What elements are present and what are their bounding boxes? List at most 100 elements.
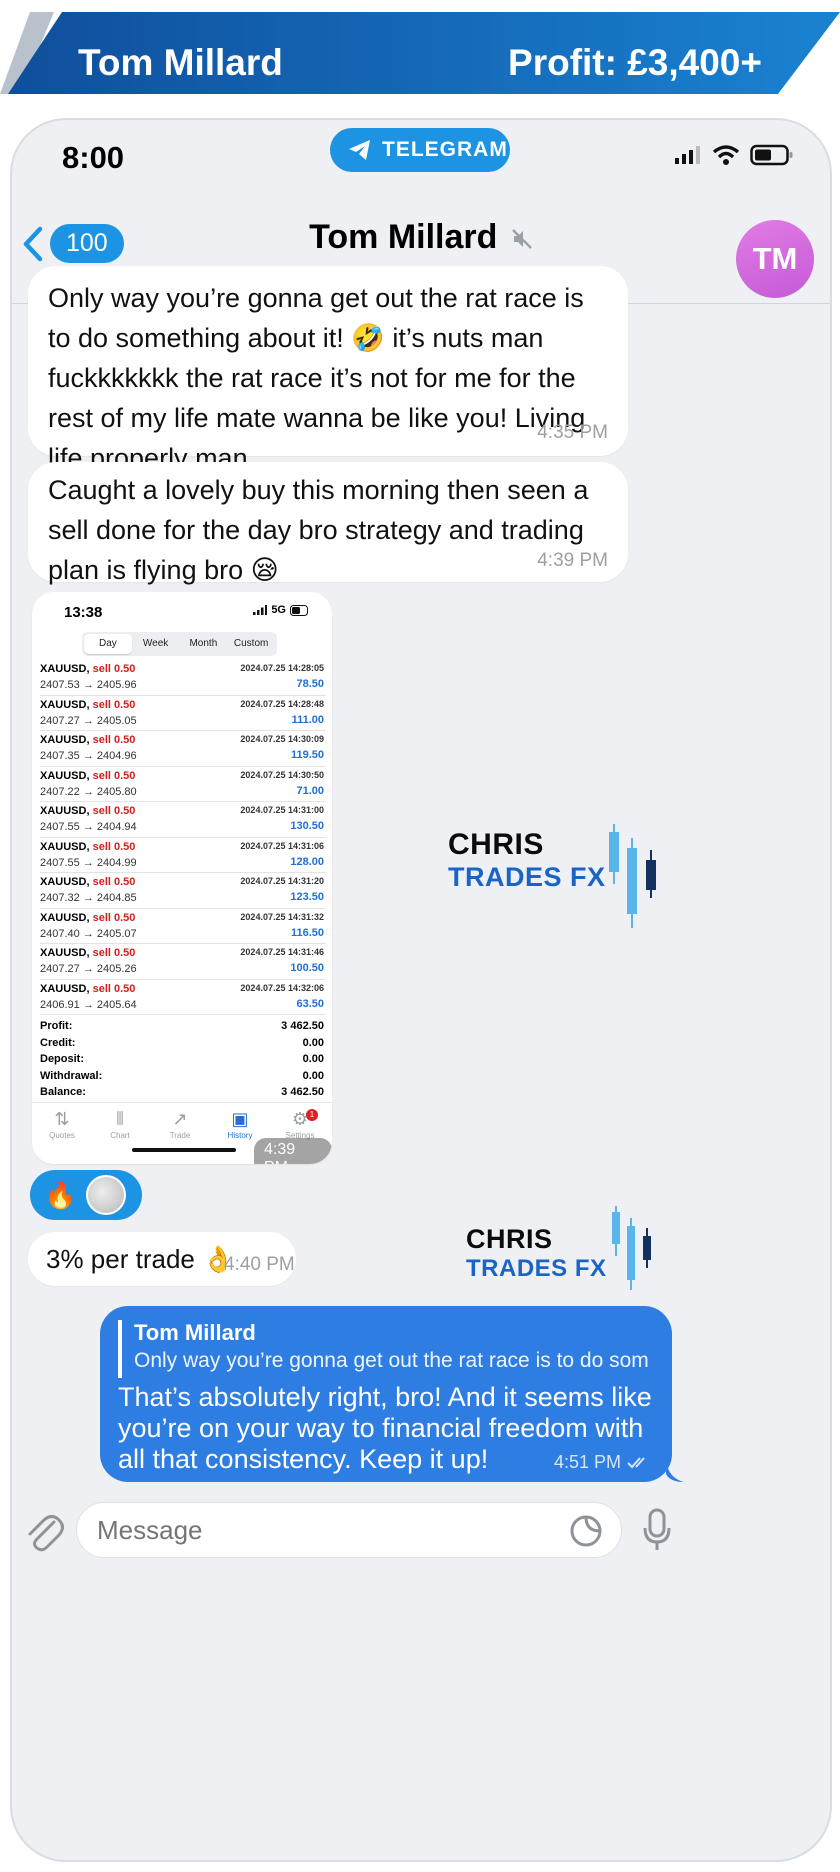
trade-row[interactable]: XAUUSD, sell 0.50 2407.53 → 2405.96 2024.0… xyxy=(40,660,326,696)
tab-label: History xyxy=(227,1131,253,1140)
chat-title[interactable]: Tom Millard xyxy=(12,218,830,257)
trade-prices: 2407.27 → 2405.26 xyxy=(40,963,137,975)
trade-row[interactable]: XAUUSD, sell 0.50 2407.32 → 2404.85 2024.0… xyxy=(40,873,326,909)
history-icon: ▣ xyxy=(231,1109,249,1129)
trade-side: sell 0.50 xyxy=(92,840,136,853)
tab-quotes[interactable]: ⇅ Quotes xyxy=(34,1107,90,1140)
message-composer xyxy=(12,1490,830,1590)
tab-chart[interactable]: ⫴ Chart xyxy=(92,1107,148,1140)
trade-side: sell 0.50 xyxy=(92,663,136,675)
message-time: 4:40 PM xyxy=(224,1254,295,1275)
trade-datetime: 2024.07.25 14:31:06 xyxy=(240,840,324,851)
trade-side: sell 0.50 xyxy=(92,947,136,959)
brand-line1: CHRIS xyxy=(466,1224,553,1254)
battery-icon xyxy=(290,604,308,616)
screenshot-time: 13:38 xyxy=(64,604,103,621)
image-message[interactable]: 13:38 5G Day Week Month Custom XAUUSD, s… xyxy=(32,592,332,1164)
wifi-icon xyxy=(712,145,740,165)
signal-icon xyxy=(675,146,700,164)
message-input[interactable] xyxy=(97,1503,537,1557)
status-icons xyxy=(674,144,794,166)
screenshot-status-icons: 5G xyxy=(253,604,310,616)
trade-symbol: XAUUSD, sell 0.50 xyxy=(40,734,136,746)
status-bar: 8:00 TELEGRAM xyxy=(12,120,830,198)
trade-prices: 2407.53 → 2405.96 xyxy=(40,679,137,691)
trade-row[interactable]: XAUUSD, sell 0.50 2407.55 → 2404.99 2024.0… xyxy=(40,838,326,873)
trade-profit: 128.00 xyxy=(290,855,324,868)
quotes-icon: ⇅ xyxy=(54,1109,70,1129)
trade-symbol: XAUUSD, sell 0.50 xyxy=(40,663,136,675)
banner-name: Tom Millard xyxy=(78,42,283,83)
message-field[interactable] xyxy=(76,1502,622,1558)
fire-reaction: 🔥 xyxy=(44,1180,77,1210)
incoming-message[interactable]: 3% per trade 👌 4:40 PM xyxy=(28,1232,296,1286)
trade-prices: 2407.27 → 2405.05 xyxy=(40,714,137,727)
tab-trade[interactable]: ↗ Trade xyxy=(152,1107,208,1140)
candles-icon: ⫴ xyxy=(116,1109,124,1129)
trade-datetime: 2024.07.25 14:31:00 xyxy=(240,805,324,815)
tab-day[interactable]: Day xyxy=(84,634,132,654)
trade-symbol: XAUUSD, sell 0.50 xyxy=(40,805,136,817)
trade-symbol: XAUUSD, sell 0.50 xyxy=(40,840,136,853)
trade-row[interactable]: XAUUSD, sell 0.50 2406.91 → 2405.64 2024.0… xyxy=(40,980,326,1015)
trade-row[interactable]: XAUUSD, sell 0.50 2407.27 → 2405.05 2024.0… xyxy=(40,696,326,731)
banner-profit: Profit: £3,400+ xyxy=(508,42,762,83)
summary-label: Credit: xyxy=(40,1036,76,1049)
summary-value: 0.00 xyxy=(302,1069,324,1082)
summary-row: Credit: 0.00 xyxy=(40,1037,326,1054)
candlestick-logo-icon xyxy=(609,824,656,928)
trade-datetime: 2024.07.25 14:31:20 xyxy=(240,876,324,886)
trade-profit: 123.50 xyxy=(290,891,324,903)
top-banner: Tom Millard Profit: £3,400+ xyxy=(0,12,840,112)
paperclip-icon[interactable] xyxy=(24,1510,64,1554)
trade-row[interactable]: XAUUSD, sell 0.50 2407.35 → 2404.96 2024.0… xyxy=(40,731,326,767)
reaction-pill[interactable]: 🔥 xyxy=(30,1170,142,1220)
trade-datetime: 2024.07.25 14:31:46 xyxy=(240,947,324,957)
message-text: 3% per trade 👌 xyxy=(46,1244,235,1274)
trade-symbol: XAUUSD, sell 0.50 xyxy=(40,698,136,711)
outgoing-message[interactable]: Tom Millard Only way you’re gonna get ou… xyxy=(100,1306,672,1482)
tab-settings[interactable]: ⚙ Settings 1 xyxy=(272,1107,328,1140)
trade-datetime: 2024.07.25 14:31:32 xyxy=(240,911,324,922)
trade-row[interactable]: XAUUSD, sell 0.50 2407.40 → 2405.07 2024.0… xyxy=(40,909,326,944)
home-indicator xyxy=(132,1148,236,1152)
trade-prices: 2407.32 → 2404.85 xyxy=(40,892,137,904)
tab-month[interactable]: Month xyxy=(180,634,228,654)
trade-symbol: XAUUSD, sell 0.50 xyxy=(40,876,136,888)
summary-value: 3 462.50 xyxy=(281,1020,324,1032)
summary-row: Profit: 3 462.50 xyxy=(40,1020,326,1037)
reply-quote[interactable]: Tom Millard Only way you’re gonna get ou… xyxy=(118,1320,648,1378)
summary-label: Withdrawal: xyxy=(40,1069,103,1082)
message-time: 4:51 PM xyxy=(553,1452,621,1472)
trade-side: sell 0.50 xyxy=(92,734,136,746)
incoming-message[interactable]: Caught a lovely buy this morning then se… xyxy=(28,462,628,585)
account-summary: Profit: 3 462.50 Credit: 0.00 Deposit: 0.00… xyxy=(40,1020,326,1103)
trade-row[interactable]: XAUUSD, sell 0.50 2407.27 → 2405.26 2024.0… xyxy=(40,944,326,980)
brand-line2: TRADES FX xyxy=(448,862,606,892)
contact-avatar[interactable]: TM xyxy=(736,220,814,298)
trade-datetime: 2024.07.25 14:30:09 xyxy=(240,734,324,744)
trade-datetime: 2024.07.25 14:32:06 xyxy=(240,982,324,993)
trade-side: sell 0.50 xyxy=(92,876,136,888)
muted-icon xyxy=(512,229,532,249)
trade-side: sell 0.50 xyxy=(92,911,136,924)
tab-history[interactable]: ▣ History xyxy=(212,1107,268,1140)
microphone-icon[interactable] xyxy=(642,1508,672,1552)
bubble-tail xyxy=(666,1460,684,1482)
quote-text: Only way you’re gonna get out the rat ra… xyxy=(134,1349,648,1372)
sticker-icon[interactable] xyxy=(569,1514,603,1548)
tab-custom[interactable]: Custom xyxy=(227,634,275,654)
summary-row: Deposit: 0.00 xyxy=(40,1053,326,1070)
incoming-message[interactable]: Only way you’re gonna get out the rat ra… xyxy=(28,266,628,473)
trade-prices: 2407.55 → 2404.94 xyxy=(40,821,137,833)
message-meta: 4:51 PM xyxy=(554,1452,652,1473)
trade-row[interactable]: XAUUSD, sell 0.50 2407.55 → 2404.94 2024.0… xyxy=(40,802,326,838)
quote-author: Tom Millard xyxy=(134,1320,256,1345)
screenshot-status-bar: 13:38 5G xyxy=(32,592,332,628)
network-label: 5G xyxy=(271,604,286,616)
brand-watermark: CHRIS TRADES FX xyxy=(448,828,606,893)
trade-datetime: 2024.07.25 14:30:50 xyxy=(240,769,324,780)
gear-icon: ⚙ xyxy=(291,1109,309,1129)
trade-row[interactable]: XAUUSD, sell 0.50 2407.22 → 2405.80 2024.0… xyxy=(40,767,326,802)
tab-week[interactable]: Week xyxy=(132,634,180,654)
